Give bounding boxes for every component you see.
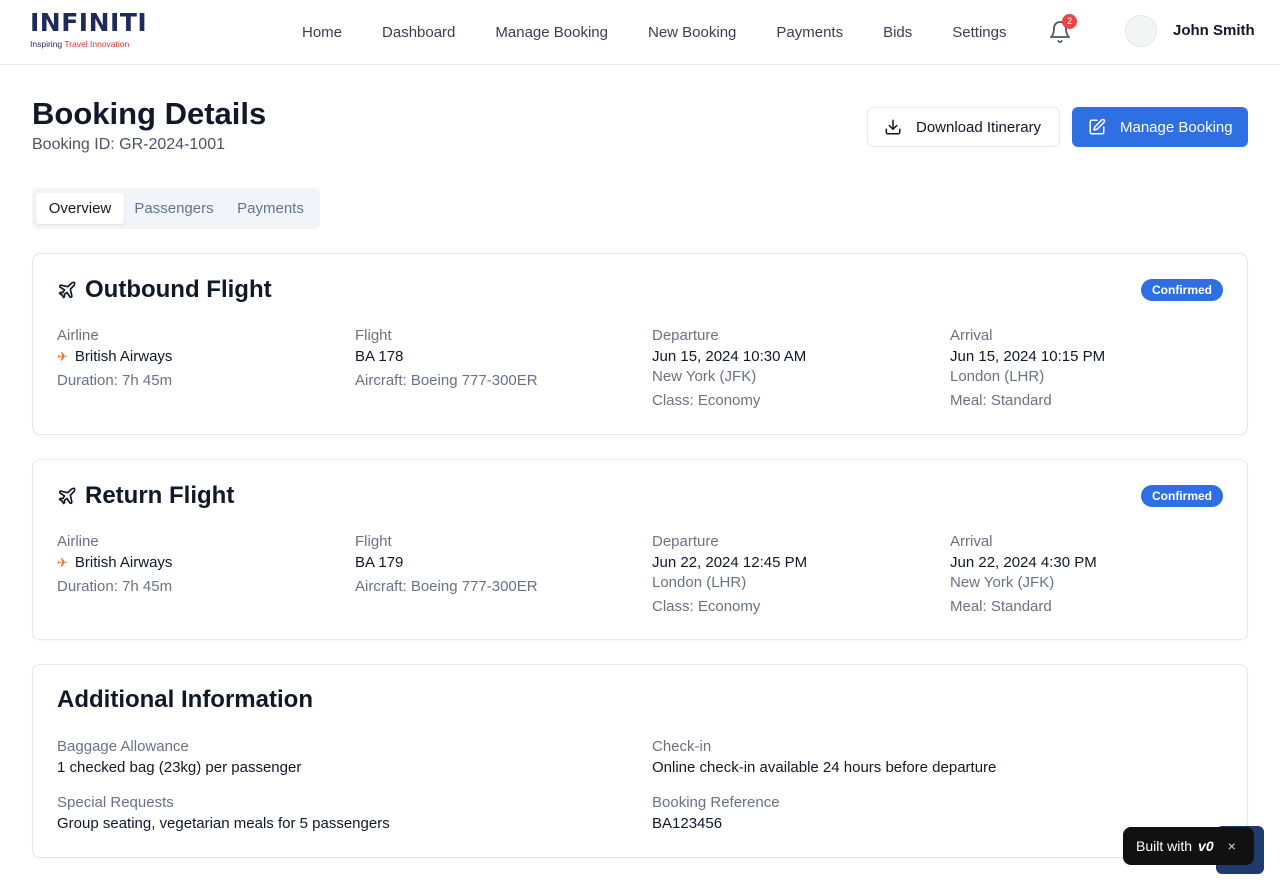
status-badge: Confirmed xyxy=(1141,279,1223,301)
departure-place: London (LHR) xyxy=(652,574,747,591)
arrival-place: London (LHR) xyxy=(950,368,1045,385)
departure-place: New York (JFK) xyxy=(652,368,757,385)
plane-icon xyxy=(58,281,76,299)
flight-label: Flight xyxy=(355,533,392,550)
special-requests: Special Requests Group seating, vegetari… xyxy=(57,794,617,834)
nav-dashboard[interactable]: Dashboard xyxy=(362,24,475,41)
arrival-column: Arrival Jun 22, 2024 4:30 PM New York (J… xyxy=(950,533,1230,617)
download-itinerary-label: Download Itinerary xyxy=(916,118,1042,136)
airline-value: ✈ British Airways xyxy=(57,553,337,573)
arrival-label: Arrival xyxy=(950,327,993,344)
baggage-value: 1 checked bag (23kg) per passenger xyxy=(57,759,302,776)
card-title: Return Flight xyxy=(57,482,234,510)
check-in: Check-in Online check-in available 24 ho… xyxy=(652,738,1212,778)
tab-payments[interactable]: Payments xyxy=(225,193,316,224)
nav-payments[interactable]: Payments xyxy=(756,24,863,41)
built-with-text: Built with xyxy=(1136,838,1193,854)
arrival-time: Jun 15, 2024 10:15 PM xyxy=(950,348,1106,365)
return-flight-title: Return Flight xyxy=(85,482,235,509)
booking-id: Booking ID: GR-2024-1001 xyxy=(32,136,225,153)
manage-booking-label: Manage Booking xyxy=(1120,118,1233,136)
departure-column: Departure Jun 15, 2024 10:30 AM New York… xyxy=(652,327,932,411)
airline-label: Airline xyxy=(57,533,99,550)
airline-column: Airline ✈ British Airways Duration: 7h 45… xyxy=(57,533,337,597)
nav-settings[interactable]: Settings xyxy=(932,24,1026,41)
flight-label: Flight xyxy=(355,327,392,344)
baggage-label: Baggage Allowance xyxy=(57,738,189,755)
departure-time: Jun 15, 2024 10:30 AM xyxy=(652,348,807,365)
tab-overview[interactable]: Overview xyxy=(36,193,124,224)
arrival-column: Arrival Jun 15, 2024 10:15 PM London (LH… xyxy=(950,327,1230,411)
airline-plane-icon: ✈ xyxy=(57,555,68,570)
user-name[interactable]: John Smith xyxy=(1173,22,1255,39)
plane-icon xyxy=(58,487,76,505)
notification-count-badge: 2 xyxy=(1062,14,1077,29)
airline-plane-icon: ✈ xyxy=(57,349,68,364)
flight-column: Flight BA 178 Aircraft: Boeing 777-300ER xyxy=(355,327,635,391)
manage-booking-button[interactable]: Manage Booking xyxy=(1072,107,1248,147)
nav-bids[interactable]: Bids xyxy=(863,24,932,41)
arrival-place: New York (JFK) xyxy=(950,574,1055,591)
top-navbar: INFINITI Inspiring Travel Innovation Hom… xyxy=(0,0,1280,65)
travel-class: Class: Economy xyxy=(652,598,761,615)
logo-tagline-b: Travel Innovation xyxy=(64,39,130,49)
outbound-flight-card: Outbound Flight Confirmed Airline ✈ Briti… xyxy=(32,253,1248,435)
meal: Meal: Standard xyxy=(950,598,1052,615)
card-title: Outbound Flight xyxy=(57,276,272,304)
airline-label: Airline xyxy=(57,327,99,344)
edit-icon xyxy=(1089,118,1106,135)
tab-list: Overview Passengers Payments xyxy=(32,188,320,229)
meal: Meal: Standard xyxy=(950,392,1052,409)
aircraft: Aircraft: Boeing 777-300ER xyxy=(355,578,538,595)
flight-column: Flight BA 179 Aircraft: Boeing 777-300ER xyxy=(355,533,635,597)
baggage-allowance: Baggage Allowance 1 checked bag (23kg) p… xyxy=(57,738,617,778)
nav-new-booking[interactable]: New Booking xyxy=(628,24,756,41)
duration: Duration: 7h 45m xyxy=(57,578,173,595)
download-icon xyxy=(885,119,901,135)
aircraft: Aircraft: Boeing 777-300ER xyxy=(355,372,538,389)
nav-home[interactable]: Home xyxy=(282,24,362,41)
v0-logo: v0 xyxy=(1198,838,1214,854)
airline-value: ✈ British Airways xyxy=(57,347,337,367)
checkin-label: Check-in xyxy=(652,738,712,755)
logo-tagline: Inspiring Travel Innovation xyxy=(30,39,140,49)
travel-class: Class: Economy xyxy=(652,392,761,409)
booking-reference-label: Booking Reference xyxy=(652,794,780,811)
return-flight-card: Return Flight Confirmed Airline ✈ British… xyxy=(32,459,1248,640)
duration: Duration: 7h 45m xyxy=(57,372,173,389)
departure-label: Departure xyxy=(652,327,719,344)
main-nav: Home Dashboard Manage Booking New Bookin… xyxy=(282,0,1026,64)
departure-column: Departure Jun 22, 2024 12:45 PM London (… xyxy=(652,533,932,617)
logo-tagline-a: Inspiring xyxy=(30,39,65,49)
built-with-v0-badge[interactable]: Built with v0 × xyxy=(1123,827,1254,865)
additional-info-title: Additional Information xyxy=(57,686,313,713)
nav-manage-booking[interactable]: Manage Booking xyxy=(475,24,628,41)
airline-column: Airline ✈ British Airways Duration: 7h 45… xyxy=(57,327,337,391)
special-requests-label: Special Requests xyxy=(57,794,174,811)
additional-info-card: Additional Information Baggage Allowance… xyxy=(32,664,1248,858)
close-icon[interactable]: × xyxy=(1228,838,1236,854)
avatar[interactable] xyxy=(1125,15,1157,47)
page-title: Booking Details xyxy=(32,96,267,131)
special-requests-value: Group seating, vegetarian meals for 5 pa… xyxy=(57,815,390,832)
tab-passengers[interactable]: Passengers xyxy=(127,193,221,224)
checkin-value: Online check-in available 24 hours befor… xyxy=(652,759,997,776)
arrival-time: Jun 22, 2024 4:30 PM xyxy=(950,554,1097,571)
airline-name: British Airways xyxy=(74,348,173,365)
departure-label: Departure xyxy=(652,533,719,550)
infiniti-logo[interactable]: INFINITI Inspiring Travel Innovation xyxy=(30,8,148,52)
status-badge: Confirmed xyxy=(1141,485,1223,507)
flight-number: BA 178 xyxy=(355,348,404,365)
airline-name: British Airways xyxy=(74,554,173,571)
arrival-label: Arrival xyxy=(950,533,993,550)
outbound-flight-title: Outbound Flight xyxy=(85,276,272,303)
flight-number: BA 179 xyxy=(355,554,404,571)
departure-time: Jun 22, 2024 12:45 PM xyxy=(652,554,808,571)
logo-wordmark: INFINITI xyxy=(30,8,148,37)
download-itinerary-button[interactable]: Download Itinerary xyxy=(867,107,1060,147)
